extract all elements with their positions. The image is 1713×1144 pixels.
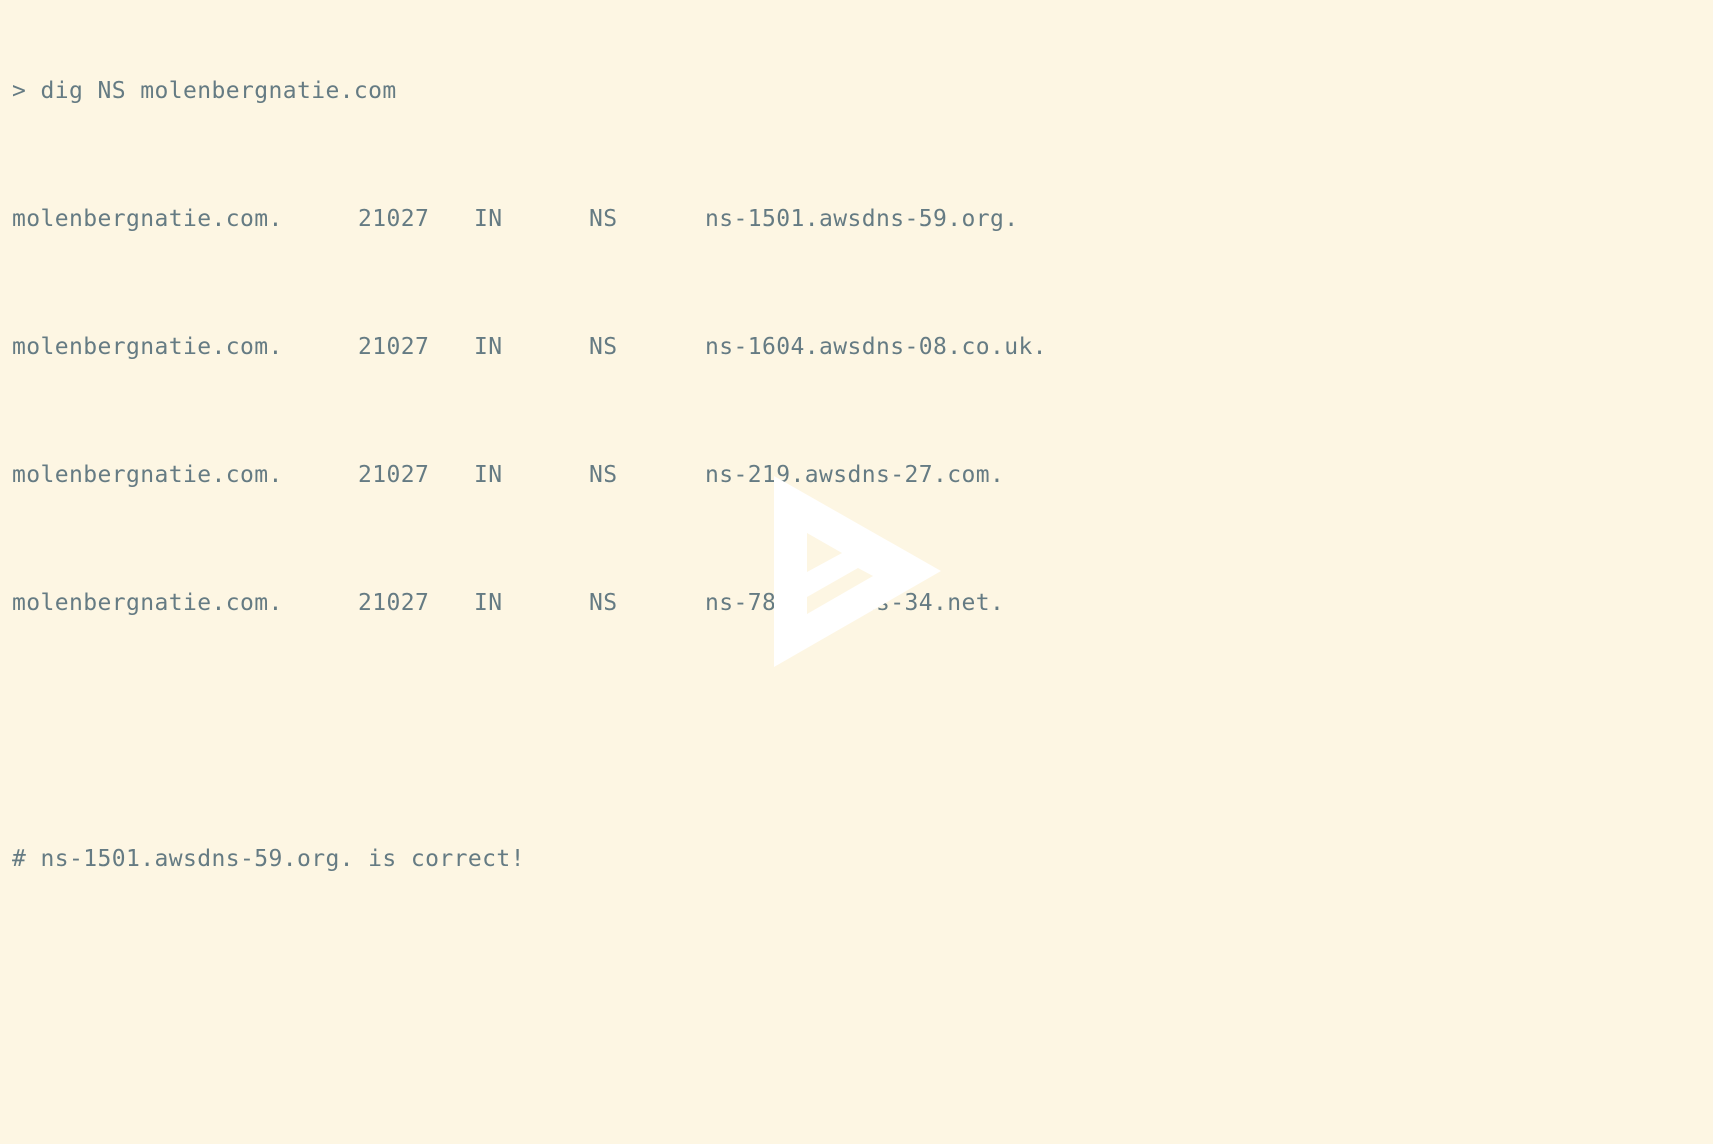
record-name: molenbergnatie.com.: [12, 334, 283, 360]
record-ttl: 21027: [358, 590, 430, 616]
record-class: IN: [474, 462, 503, 488]
record-type: NS: [589, 206, 618, 232]
record-ttl: 21027: [358, 206, 430, 232]
dns-record-row: molenbergnatie.com. 21027 IN NS ns-1604.awsd…: [12, 331, 1125, 363]
command-line: > dig NS molenbergnatie.com: [12, 78, 397, 104]
record-name: molenbergnatie.com.: [12, 206, 283, 232]
play-icon: [774, 476, 941, 667]
record-class: IN: [474, 334, 503, 360]
play-button[interactable]: [774, 476, 941, 667]
record-class: IN: [474, 590, 503, 616]
record-ttl: 21027: [358, 462, 430, 488]
terminal-output: > dig NS molenbergnatie.com molenbergnat…: [12, 11, 1125, 939]
record-value: ns-1604.awsdns-08.co.uk.: [705, 334, 1047, 360]
dns-record-row: molenbergnatie.com. 21027 IN NS ns-1501.awsd…: [12, 203, 1125, 235]
record-name: molenbergnatie.com.: [12, 590, 283, 616]
record-type: NS: [589, 334, 618, 360]
record-type: NS: [589, 462, 618, 488]
comment-line: # ns-1501.awsdns-59.org. is correct!: [12, 846, 525, 872]
dns-record-row: molenbergnatie.com.21027INNSns-787.awsdn…: [12, 587, 1125, 619]
record-value: ns-1501.awsdns-59.org.: [705, 206, 1019, 232]
record-type: NS: [589, 590, 618, 616]
record-ttl: 21027: [358, 334, 430, 360]
dns-record-row: molenbergnatie.com. 21027 IN NS ns-219.awsdn…: [12, 459, 1125, 491]
terminal-window: > dig NS molenbergnatie.com molenbergnat…: [0, 0, 1713, 1144]
record-name: molenbergnatie.com.: [12, 462, 283, 488]
record-class: IN: [474, 206, 503, 232]
